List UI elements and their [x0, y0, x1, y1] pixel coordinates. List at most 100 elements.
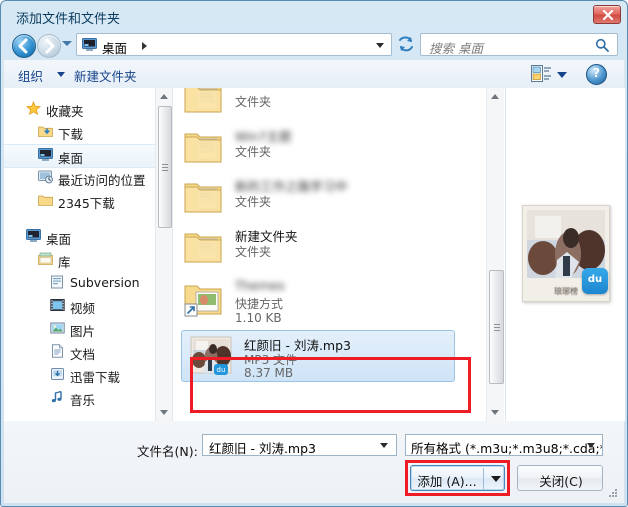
sidebar-item-6[interactable]: 桌面 — [4, 226, 172, 248]
sidebar-item-13[interactable]: 音乐 — [4, 387, 172, 409]
file-dialog-window: 添加文件和文件夹 桌面 搜索 桌面 组织 新建文件夹 ? 收藏夹 下载 桌面 最… — [0, 0, 628, 507]
file-row[interactable]: Themes 快捷方式 1.10 KB — [177, 278, 457, 328]
music-library-icon — [50, 390, 65, 407]
star-icon — [25, 100, 42, 119]
sidebar-item-7[interactable]: 库 — [4, 249, 172, 271]
documents-library-icon — [50, 344, 65, 361]
file-row[interactable]: Win7主题 文件夹 — [177, 126, 457, 176]
resize-grip-icon[interactable] — [607, 487, 619, 499]
recent-places-icon — [38, 170, 53, 187]
desktop-icon — [82, 38, 97, 55]
navigation-bar: 桌面 搜索 桌面 — [4, 30, 624, 60]
sidebar-item-11[interactable]: 文档 — [4, 341, 172, 363]
close-dialog-label: 关闭(C) — [539, 474, 583, 489]
file-size: 1.10 KB — [235, 311, 282, 325]
sidebar-item-label: Subversion — [70, 275, 140, 290]
file-type: 文件夹 — [235, 95, 272, 109]
chevron-down-icon[interactable] — [376, 43, 384, 48]
sidebar-item-label: 视频 — [70, 301, 96, 316]
sidebar-item-label: 库 — [58, 255, 71, 270]
navigation-pane: 收藏夹 下载 桌面 最近访问的位置 2345下载 桌面库 Subversion 视频 图片 文档迅… — [4, 88, 173, 421]
desktop-icon — [26, 229, 41, 246]
file-row[interactable]: 新建文件夹 文件夹 — [177, 226, 457, 276]
chevron-down-icon[interactable] — [380, 443, 388, 448]
folder-icon — [183, 178, 227, 216]
scroll-up-arrow-icon[interactable] — [160, 94, 168, 99]
baidu-music-label: du — [587, 274, 603, 285]
back-arrow-icon[interactable] — [12, 34, 36, 58]
sidebar-item-3[interactable]: 桌面 — [4, 144, 172, 168]
file-type: 文件夹 — [235, 145, 272, 159]
desktop-icon — [38, 148, 53, 165]
file-row[interactable]: 新的工作之路学习中 文件夹 — [177, 176, 457, 226]
sidebar-item-9[interactable]: 视频 — [4, 295, 172, 317]
pictures-library-icon — [50, 321, 65, 338]
sidebar-item-label: 下载 — [58, 127, 84, 142]
file-list-scrollbar[interactable] — [486, 88, 504, 421]
chevron-down-icon[interactable] — [557, 72, 567, 78]
scroll-up-arrow-icon[interactable] — [491, 94, 499, 99]
file-list-scrollbar-thumb[interactable] — [489, 270, 504, 384]
sidebar-item-label: 图片 — [70, 324, 96, 339]
sidebar-item-10[interactable]: 图片 — [4, 318, 172, 340]
folder-icon — [183, 88, 227, 116]
forward-arrow-icon[interactable] — [37, 34, 61, 58]
sidebar-item-label: 迅雷下载 — [70, 370, 121, 385]
video-library-icon — [50, 298, 65, 315]
file-type: 文件夹 — [235, 245, 272, 259]
file-type-filter-select[interactable]: 所有格式 (*.m3u;*.m3u8;*.cda;*. — [405, 434, 603, 456]
sidebar-item-label: 文档 — [70, 347, 96, 362]
address-bar[interactable]: 桌面 — [76, 33, 392, 56]
sidebar-item-1[interactable]: 收藏夹 — [4, 98, 172, 120]
sidebar-item-12[interactable]: 迅雷下载 — [4, 364, 172, 386]
add-button[interactable]: 添加 (A)... — [410, 465, 505, 491]
address-path-text: 桌面 — [102, 41, 128, 56]
sidebar-scrollbar[interactable] — [155, 88, 172, 421]
filename-input[interactable]: 红颜旧 - 刘涛.mp3 — [202, 434, 397, 456]
add-button-label: 添加 (A)... — [417, 474, 477, 489]
sidebar-item-8[interactable]: Subversion — [4, 272, 172, 294]
view-mode-icon[interactable] — [531, 65, 551, 86]
dialog-body: 收藏夹 下载 桌面 最近访问的位置 2345下载 桌面库 Subversion 视频 图片 文档迅… — [4, 88, 625, 422]
help-icon[interactable]: ? — [586, 64, 607, 85]
baidu-music-icon: du — [582, 268, 608, 294]
sidebar-item-2[interactable]: 下载 — [4, 121, 172, 143]
chevron-down-icon[interactable] — [491, 476, 501, 482]
scroll-down-arrow-icon[interactable] — [491, 410, 499, 415]
sidebar-item-5[interactable]: 2345下载 — [4, 190, 172, 212]
sidebar-item-label: 桌面 — [58, 151, 84, 166]
svg-text:du: du — [217, 366, 226, 374]
new-folder-button[interactable]: 新建文件夹 — [74, 66, 137, 85]
sidebar-scrollbar-thumb[interactable] — [158, 106, 172, 228]
subversion-icon — [50, 275, 65, 292]
filename-label: 文件名(N): — [137, 444, 198, 459]
close-dialog-button[interactable]: 关闭(C) — [517, 465, 603, 491]
chevron-down-icon[interactable] — [57, 72, 65, 77]
downloads-folder-icon — [38, 124, 53, 141]
folder-icon — [38, 193, 53, 210]
breadcrumb-arrow-icon[interactable] — [142, 42, 147, 50]
file-row[interactable]: 文件夹 — [177, 88, 457, 126]
search-input[interactable]: 搜索 桌面 — [420, 33, 618, 56]
sidebar-item-label: 最近访问的位置 — [58, 173, 146, 188]
file-type: 文件夹 — [235, 195, 272, 209]
organize-button[interactable]: 组织 — [18, 66, 43, 85]
folder-shortcut-icon — [183, 280, 227, 318]
refresh-icon[interactable] — [396, 34, 416, 55]
folder-icon — [183, 128, 227, 166]
title-bar: 添加文件和文件夹 — [4, 4, 624, 30]
file-list: 文件夹 Win7主题 文件夹 新的工作之路学习中 文件夹 新建文件夹 文件夹 Themes 快捷… — [173, 88, 504, 421]
scroll-down-arrow-icon[interactable] — [160, 410, 168, 415]
sidebar-item-label: 桌面 — [46, 232, 72, 247]
file-row-selected[interactable]: du 红颜旧 - 刘涛.mp3 MP3 文件 8.37 MB — [181, 330, 455, 382]
chevron-down-icon[interactable] — [62, 41, 72, 46]
mp3-album-icon: du — [190, 336, 234, 375]
search-icon — [595, 38, 609, 55]
close-icon[interactable] — [593, 5, 621, 24]
divider — [483, 468, 484, 489]
chevron-down-icon[interactable] — [587, 443, 595, 448]
file-type-filter-value: 所有格式 (*.m3u;*.m3u8;*.cda;*. — [411, 441, 603, 456]
sidebar-item-label: 音乐 — [70, 393, 96, 408]
file-name: Themes — [235, 278, 285, 293]
sidebar-item-4[interactable]: 最近访问的位置 — [4, 167, 172, 189]
